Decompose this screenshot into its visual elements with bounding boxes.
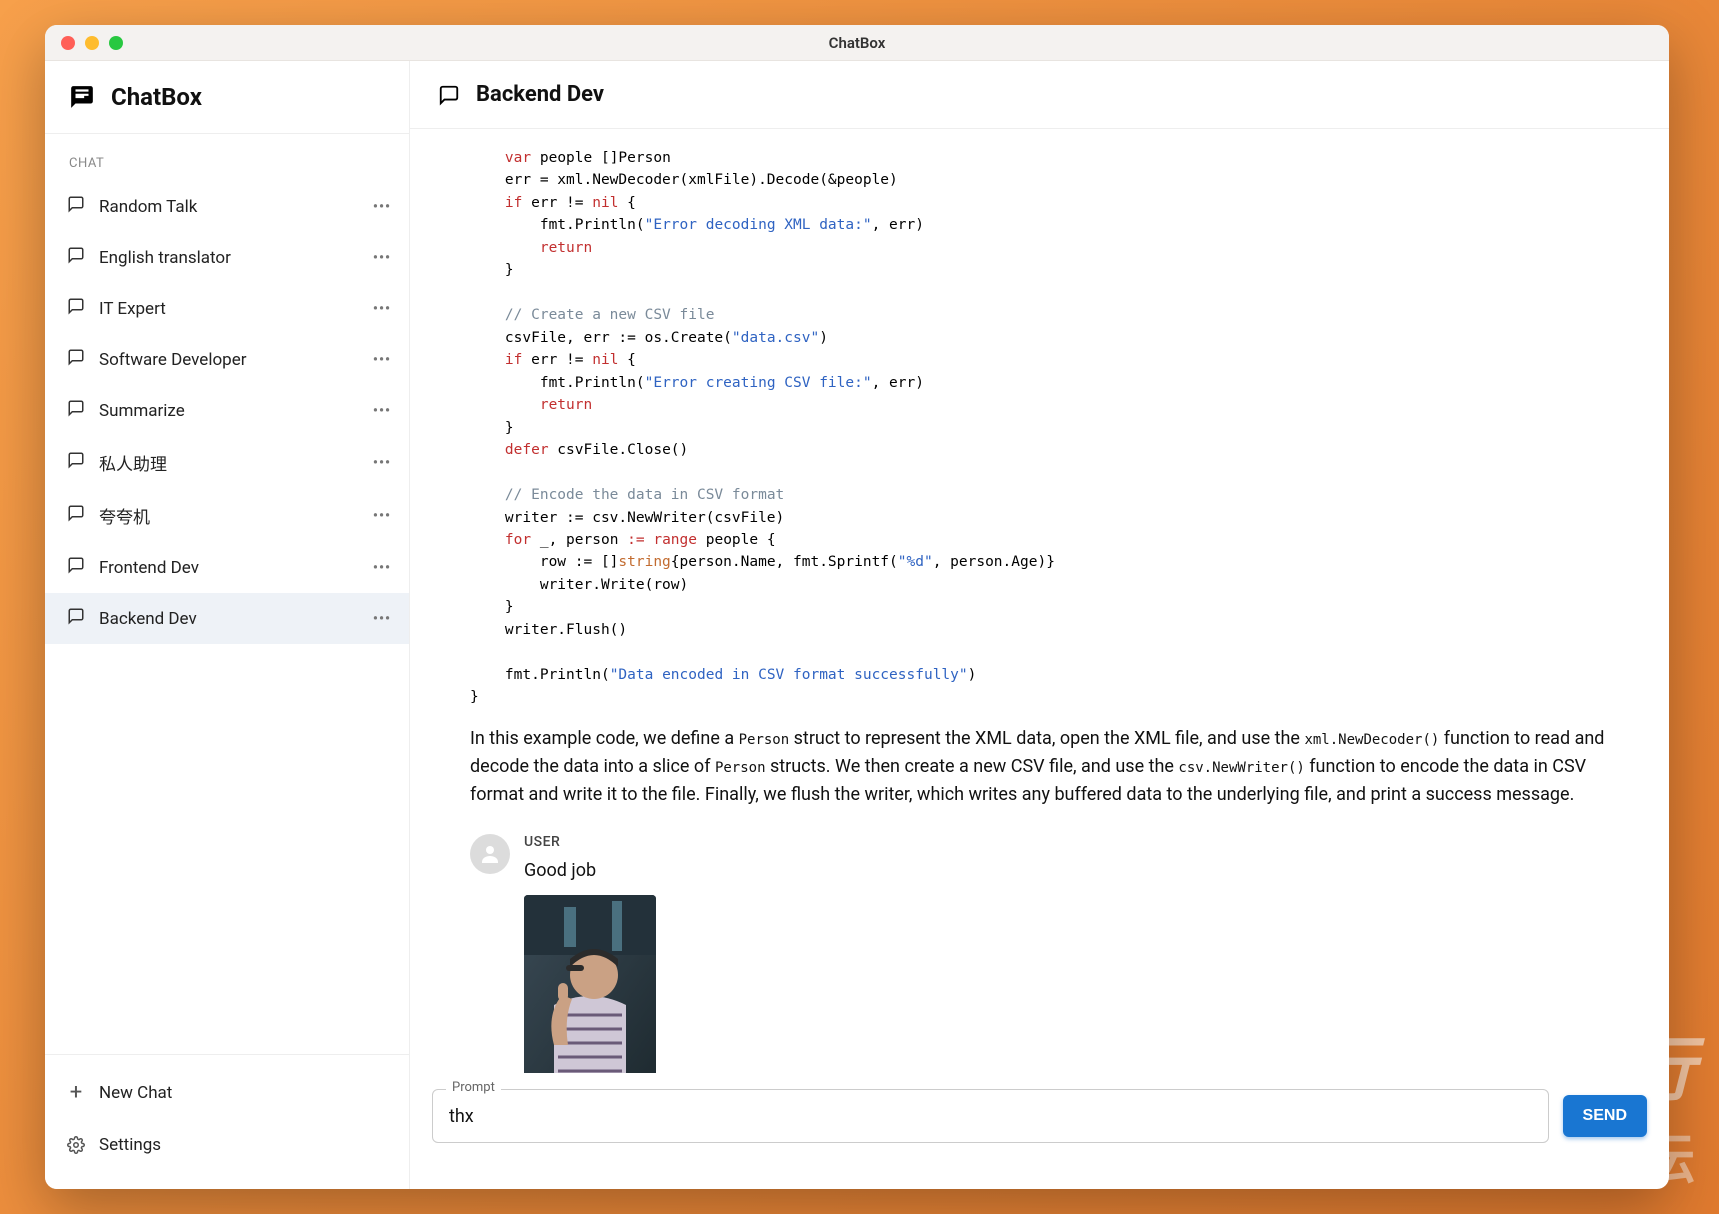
chat-bubble-icon: [67, 297, 85, 320]
more-icon[interactable]: •••: [373, 455, 391, 471]
chat-bubble-icon: [67, 556, 85, 579]
sidebar-item[interactable]: Frontend Dev •••: [45, 542, 409, 593]
sidebar-item-label: Frontend Dev: [99, 558, 199, 578]
sidebar-item[interactable]: Random Talk •••: [45, 181, 409, 232]
attached-image[interactable]: [524, 895, 656, 1073]
sidebar-item[interactable]: 夸夸机 •••: [45, 489, 409, 542]
sidebar-item-label: Software Developer: [99, 350, 246, 370]
chat-bubble-icon: [67, 451, 85, 474]
sidebar-item-label: 夸夸机: [99, 503, 150, 528]
composer: Prompt SEND: [410, 1073, 1669, 1189]
brand-name: ChatBox: [111, 83, 202, 111]
more-icon[interactable]: •••: [373, 403, 391, 419]
message-text: Good job: [524, 860, 656, 881]
chat-bubble-icon: [67, 246, 85, 269]
app-window: ChatBox ChatBox CHAT Random Talk•••Engli…: [45, 25, 1669, 1189]
chat-bubble-icon: [67, 348, 85, 371]
sidebar-footer: + New Chat Settings: [45, 1054, 409, 1189]
person-icon: [478, 842, 502, 866]
chat-bubble-icon: [67, 195, 85, 218]
avatar: [470, 834, 510, 874]
sidebar-item[interactable]: Summarize •••: [45, 385, 409, 436]
main-header: Backend Dev: [410, 61, 1669, 129]
sidebar-item-label: Summarize: [99, 401, 185, 421]
user-message: USER Good job: [470, 834, 1629, 1073]
new-chat-button[interactable]: + New Chat: [45, 1067, 409, 1119]
plus-icon: +: [67, 1084, 85, 1102]
titlebar[interactable]: ChatBox: [45, 25, 1669, 61]
chat-bubble-icon: [438, 84, 460, 106]
settings-button[interactable]: Settings: [45, 1119, 409, 1171]
new-chat-label: New Chat: [99, 1083, 172, 1103]
chat-bubble-icon: [67, 607, 85, 630]
brand: ChatBox: [45, 61, 409, 134]
sidebar-item[interactable]: Backend Dev •••: [45, 593, 409, 644]
chat-list: Random Talk•••English translator•••IT Ex…: [45, 181, 409, 1054]
sidebar-item[interactable]: Software Developer •••: [45, 334, 409, 385]
message-sender: USER: [524, 834, 656, 850]
prompt-input[interactable]: [432, 1089, 1549, 1143]
settings-label: Settings: [99, 1135, 161, 1155]
sidebar-item-label: English translator: [99, 248, 231, 268]
window-title: ChatBox: [45, 34, 1669, 52]
more-icon[interactable]: •••: [373, 250, 391, 266]
chat-bubble-icon: [67, 399, 85, 422]
more-icon[interactable]: •••: [373, 508, 391, 524]
sidebar-item-label: IT Expert: [99, 299, 166, 319]
code-block: var people []Person err = xml.NewDecoder…: [470, 147, 1629, 709]
chat-bubble-icon: [67, 504, 85, 527]
sidebar-item-label: Backend Dev: [99, 609, 197, 629]
assistant-explanation: In this example code, we define a Person…: [470, 725, 1629, 809]
send-button[interactable]: SEND: [1563, 1095, 1647, 1137]
more-icon[interactable]: •••: [373, 352, 391, 368]
conversation-scroll[interactable]: var people []Person err = xml.NewDecoder…: [410, 129, 1669, 1073]
sidebar-item-label: 私人助理: [99, 450, 167, 475]
more-icon[interactable]: •••: [373, 199, 391, 215]
sidebar-item[interactable]: IT Expert •••: [45, 283, 409, 334]
sidebar: ChatBox CHAT Random Talk•••English trans…: [45, 61, 410, 1189]
brand-icon: [69, 84, 95, 110]
conversation-title: Backend Dev: [476, 82, 604, 107]
main-panel: Backend Dev var people []Person err = xm…: [410, 61, 1669, 1189]
more-icon[interactable]: •••: [373, 560, 391, 576]
prompt-label: Prompt: [446, 1080, 501, 1095]
gear-icon: [67, 1136, 85, 1154]
section-label-chat: CHAT: [45, 134, 409, 181]
more-icon[interactable]: •••: [373, 611, 391, 627]
sidebar-item[interactable]: 私人助理 •••: [45, 436, 409, 489]
more-icon[interactable]: •••: [373, 301, 391, 317]
sidebar-item-label: Random Talk: [99, 197, 197, 217]
sidebar-item[interactable]: English translator •••: [45, 232, 409, 283]
